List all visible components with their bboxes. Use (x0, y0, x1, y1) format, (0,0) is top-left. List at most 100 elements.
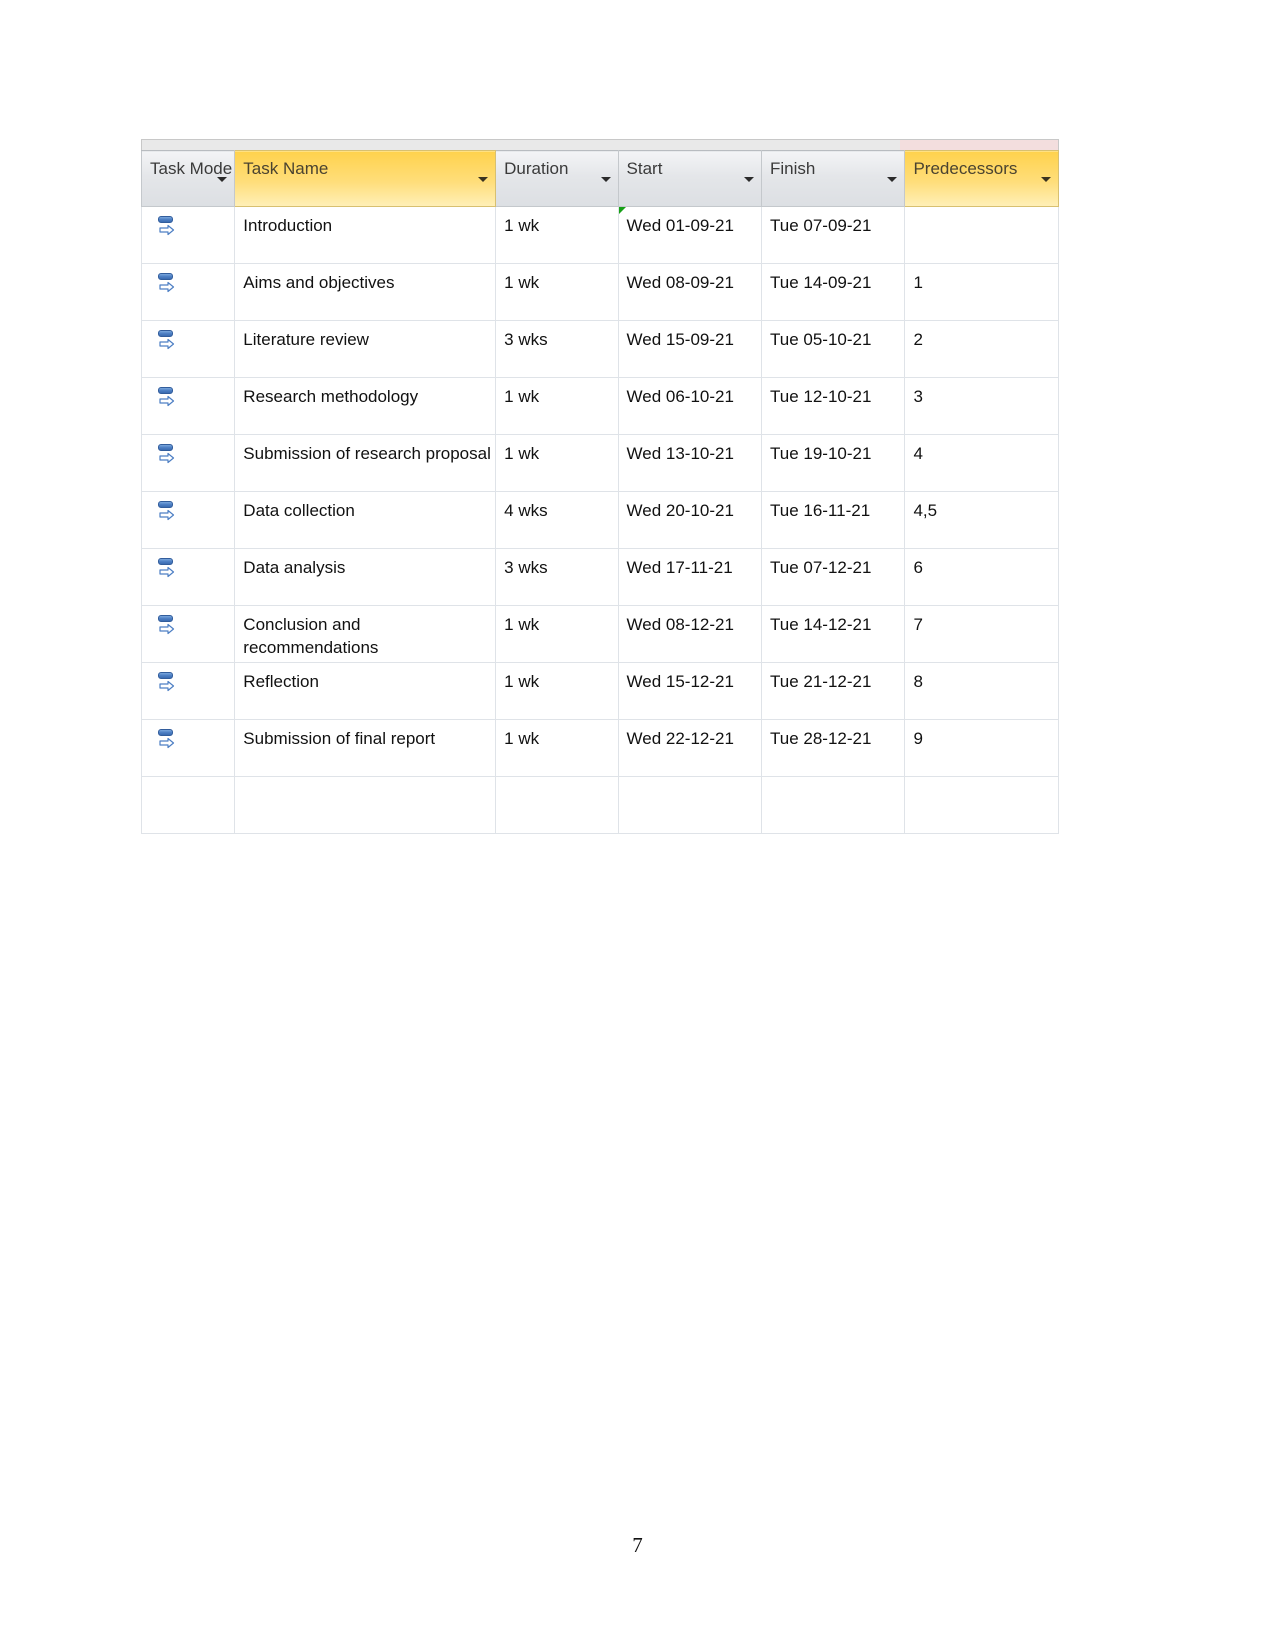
cell-start[interactable]: Wed 08-09-21 (617, 263, 763, 321)
chevron-down-icon[interactable] (744, 176, 754, 182)
cell-finish[interactable]: Tue 21-12-21 (760, 662, 906, 720)
cell-finish[interactable]: Tue 28-12-21 (760, 719, 906, 777)
cell-task-mode[interactable] (140, 263, 236, 321)
column-header-start[interactable]: Start (617, 150, 763, 207)
table-row[interactable]: Introduction 1 wk Wed 01-09-21 Tue 07-09-21 (140, 206, 1059, 264)
cell-finish[interactable]: Tue 14-12-21 (760, 605, 906, 663)
table-closing-cell (140, 776, 236, 834)
auto-scheduled-icon-arrow (159, 395, 175, 407)
cell-predecessors[interactable]: 3 (904, 377, 1059, 435)
table-row[interactable]: Aims and objectives 1 wk Wed 08-09-21 Tue 1… (140, 263, 1059, 321)
cell-task-mode[interactable] (140, 548, 236, 606)
chevron-down-icon[interactable] (217, 176, 228, 182)
cell-task-mode[interactable] (140, 719, 236, 777)
auto-scheduled-icon-bar (158, 558, 173, 565)
cell-duration[interactable]: 1 wk (495, 377, 619, 435)
table-row[interactable]: Conclusion and recommendations 1 wk Wed 08… (140, 605, 1059, 663)
cell-duration[interactable]: 3 wks (495, 548, 619, 606)
table-row[interactable]: Submission of final report 1 wk Wed 22-12-… (140, 719, 1059, 777)
cell-task-mode[interactable] (140, 491, 236, 549)
cell-predecessors[interactable]: 4,5 (904, 491, 1059, 549)
auto-scheduled-icon-arrow (159, 737, 175, 749)
column-header-task-name[interactable]: Task Name (234, 150, 497, 207)
cell-start[interactable]: Wed 15-09-21 (617, 320, 763, 378)
chevron-down-icon[interactable] (478, 176, 489, 182)
cell-predecessors[interactable]: 2 (904, 320, 1059, 378)
cell-task-name[interactable]: Research methodology (234, 377, 497, 435)
cell-task-mode[interactable] (140, 605, 236, 663)
auto-scheduled-icon-bar (158, 615, 173, 622)
column-header-task-mode[interactable]: Task Mode (140, 150, 236, 207)
cell-predecessors[interactable]: 4 (904, 434, 1059, 492)
cell-task-mode[interactable] (140, 377, 236, 435)
column-header-finish[interactable]: Finish (760, 150, 906, 207)
table-row[interactable]: Reflection 1 wk Wed 15-12-21 Tue 21-12-21 8 (140, 662, 1059, 720)
cell-task-name[interactable]: Submission of research proposal (234, 434, 497, 492)
table-closing-cell (760, 776, 906, 834)
chevron-down-icon[interactable] (887, 176, 898, 182)
cell-predecessors[interactable]: 7 (904, 605, 1059, 663)
cell-duration[interactable]: 1 wk (495, 605, 619, 663)
cell-finish[interactable]: Tue 07-12-21 (760, 548, 906, 606)
auto-scheduled-icon (157, 216, 177, 238)
cell-task-name[interactable]: Conclusion and recommendations (234, 605, 497, 663)
cell-predecessors[interactable]: 9 (904, 719, 1059, 777)
cell-duration[interactable]: 4 wks (495, 491, 619, 549)
cell-duration[interactable]: 1 wk (495, 434, 619, 492)
cell-task-name[interactable]: Reflection (234, 662, 497, 720)
cell-finish[interactable]: Tue 12-10-21 (760, 377, 906, 435)
cell-start[interactable]: Wed 01-09-21 (617, 206, 763, 264)
cell-task-name[interactable]: Submission of final report (234, 719, 497, 777)
column-header-predecessors[interactable]: Predecessors (904, 150, 1059, 207)
cell-task-mode[interactable] (140, 206, 236, 264)
cell-start[interactable]: Wed 13-10-21 (617, 434, 763, 492)
table-closing-row (140, 776, 1059, 834)
cell-start[interactable]: Wed 15-12-21 (617, 662, 763, 720)
table-header: Task Mode Task Name Duration Start Finis… (140, 150, 1059, 207)
column-header-label-task-name: Task Name (243, 159, 329, 178)
cell-start[interactable]: Wed 22-12-21 (617, 719, 763, 777)
cell-predecessors[interactable]: 8 (904, 662, 1059, 720)
cell-task-name[interactable]: Data collection (234, 491, 497, 549)
table-row[interactable]: Submission of research proposal 1 wk Wed 1… (140, 434, 1059, 492)
cell-duration[interactable]: 1 wk (495, 719, 619, 777)
cell-predecessors[interactable] (904, 206, 1059, 264)
chevron-down-icon[interactable] (600, 176, 611, 182)
cell-finish[interactable]: Tue 07-09-21 (760, 206, 906, 264)
cell-task-mode[interactable] (140, 662, 236, 720)
cell-finish[interactable]: Tue 05-10-21 (760, 320, 906, 378)
auto-scheduled-icon (157, 501, 177, 523)
cell-finish[interactable]: Tue 19-10-21 (760, 434, 906, 492)
cell-predecessors[interactable]: 6 (904, 548, 1059, 606)
cell-start[interactable]: Wed 06-10-21 (617, 377, 763, 435)
auto-scheduled-icon-arrow (159, 623, 175, 635)
gantt-task-table: Task Mode Task Name Duration Start Finis… (140, 150, 1059, 834)
project-schedule-table: Task Mode Task Name Duration Start Finis… (140, 139, 1059, 834)
table-row[interactable]: Data analysis 3 wks Wed 17-11-21 Tue 07-12-… (140, 548, 1059, 606)
cell-duration[interactable]: 1 wk (495, 263, 619, 321)
cell-start[interactable]: Wed 08-12-21 (617, 605, 763, 663)
cell-duration[interactable]: 1 wk (495, 206, 619, 264)
cell-task-mode[interactable] (140, 320, 236, 378)
cell-start[interactable]: Wed 17-11-21 (617, 548, 763, 606)
table-closing-cell (495, 776, 619, 834)
cell-finish[interactable]: Tue 16-11-21 (760, 491, 906, 549)
auto-scheduled-icon (157, 672, 177, 694)
table-row[interactable]: Research methodology 1 wk Wed 06-10-21 Tue … (140, 377, 1059, 435)
cell-task-name[interactable]: Aims and objectives (234, 263, 497, 321)
cell-finish[interactable]: Tue 14-09-21 (760, 263, 906, 321)
cell-task-mode[interactable] (140, 434, 236, 492)
cell-task-name[interactable]: Introduction (234, 206, 497, 264)
auto-scheduled-icon-bar (158, 444, 173, 451)
change-marker-icon (618, 207, 626, 214)
cell-duration[interactable]: 1 wk (495, 662, 619, 720)
cell-start[interactable]: Wed 20-10-21 (617, 491, 763, 549)
cell-task-name[interactable]: Data analysis (234, 548, 497, 606)
table-row[interactable]: Data collection 4 wks Wed 20-10-21 Tue 16-1… (140, 491, 1059, 549)
cell-duration[interactable]: 3 wks (495, 320, 619, 378)
cell-predecessors[interactable]: 1 (904, 263, 1059, 321)
table-row[interactable]: Literature review 3 wks Wed 15-09-21 Tue 05… (140, 320, 1059, 378)
column-header-duration[interactable]: Duration (495, 150, 619, 207)
cell-task-name[interactable]: Literature review (234, 320, 497, 378)
chevron-down-icon[interactable] (1041, 176, 1051, 182)
